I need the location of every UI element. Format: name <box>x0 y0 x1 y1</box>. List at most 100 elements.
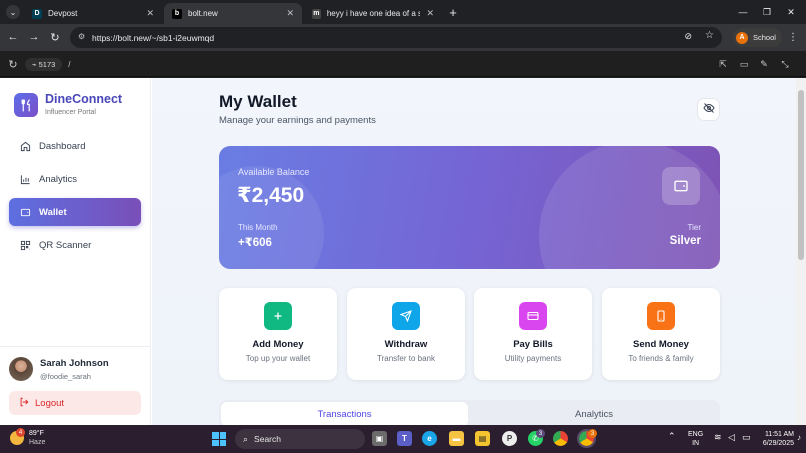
preview-url[interactable]: ⌁ 5173 / <box>25 55 705 73</box>
volume-icon[interactable]: ◁ <box>728 433 735 442</box>
bar-chart-icon <box>19 173 31 185</box>
avatar[interactable] <box>9 357 33 381</box>
eye-off-icon[interactable]: ⊘ <box>684 31 692 42</box>
pay-bills-button[interactable]: Pay Bills Utility payments <box>474 288 592 380</box>
site-info-icon[interactable]: ⚙ <box>78 32 85 41</box>
profile-avatar: A <box>736 31 748 44</box>
refresh-preview-icon[interactable]: ↻ <box>6 57 20 71</box>
restore-icon[interactable]: ❐ <box>760 5 774 19</box>
page-scrollbar[interactable] <box>796 78 806 425</box>
edge-icon[interactable]: e <box>422 431 437 446</box>
weather-temp: 89°F <box>29 430 44 437</box>
url-text: https://bolt.new/~/sb1-i2euwmqd <box>92 32 215 43</box>
open-external-icon[interactable]: ⇱ <box>716 57 730 71</box>
tab-analytics[interactable]: Analytics <box>470 402 718 425</box>
app-icon[interactable]: P <box>502 431 517 446</box>
search-icon: ⌕ <box>243 433 249 444</box>
profile-label: School <box>753 33 776 42</box>
page-subtitle: Manage your earnings and payments <box>219 115 376 126</box>
sidebar-item-dashboard[interactable]: Dashboard <box>9 132 141 160</box>
taskbar-search[interactable]: ⌕ Search <box>235 429 365 449</box>
lang-line1: ENG <box>688 431 704 438</box>
month-amount: +₹606 <box>238 237 272 249</box>
tab-search-icon[interactable]: ⌄ <box>6 5 20 19</box>
search-label: Search <box>254 434 281 444</box>
tab-bolt[interactable]: b bolt.new ✕ <box>164 3 302 24</box>
clock[interactable]: 11:51 AM 6/29/2025 <box>756 430 794 448</box>
port-badge[interactable]: ⌁ 5173 <box>25 57 63 71</box>
sidebar-item-label: QR Scanner <box>39 239 92 251</box>
tab-transactions[interactable]: Transactions <box>221 402 468 425</box>
reload-icon[interactable]: ↻ <box>48 30 62 44</box>
action-title: Add Money <box>252 339 304 350</box>
tab-title: bolt.new <box>188 9 218 18</box>
sidebar-item-label: Analytics <box>39 173 78 185</box>
port-number: 5173 <box>38 59 56 69</box>
balance-label: Available Balance <box>238 167 310 177</box>
devices-icon[interactable]: ▭ <box>737 57 751 71</box>
windows-taskbar: 4 89°F Haze ⌕ Search ▣ T e ▬ ▤ P ✆ 3 3 ⌃… <box>0 425 806 453</box>
windows-start-icon[interactable] <box>212 432 226 446</box>
sticky-notes-icon[interactable]: ▤ <box>475 431 490 446</box>
action-subtitle: To friends & family <box>628 354 694 363</box>
chrome-badge: 3 <box>588 429 597 438</box>
brand-name: DineConnect <box>45 92 123 106</box>
back-icon[interactable]: ← <box>6 30 20 44</box>
add-money-button[interactable]: Add Money Top up your wallet <box>219 288 337 380</box>
logout-button[interactable]: Logout <box>9 391 141 415</box>
sidebar-item-qr-scanner[interactable]: QR Scanner <box>9 231 141 259</box>
sun-icon: 4 <box>10 428 25 445</box>
scrollbar-thumb[interactable] <box>798 90 804 260</box>
action-title: Send Money <box>633 339 689 350</box>
action-subtitle: Top up your wallet <box>245 354 311 363</box>
send-money-button[interactable]: Send Money To friends & family <box>602 288 720 380</box>
chevron-up-icon[interactable]: ⌃ <box>668 432 676 441</box>
teams-icon[interactable]: T <box>397 431 412 446</box>
logout-label: Logout <box>35 397 65 409</box>
notification-bell-icon[interactable]: ♪ <box>797 433 801 442</box>
browser-toolbar: ← → ↻ ⚙ https://bolt.new/~/sb1-i2euwmqd … <box>0 24 806 51</box>
user-name: Sarah Johnson <box>40 358 109 369</box>
sidebar-divider <box>0 346 151 347</box>
sidebar-item-analytics[interactable]: Analytics <box>9 165 141 193</box>
profile-button[interactable]: A School <box>733 28 782 47</box>
action-subtitle: Transfer to bank <box>377 354 435 363</box>
close-window-icon[interactable]: ✕ <box>784 5 798 19</box>
action-title: Withdraw <box>384 339 428 350</box>
withdraw-button[interactable]: Withdraw Transfer to bank <box>347 288 465 380</box>
wallet-tabs: Transactions Analytics <box>219 400 720 425</box>
language-indicator[interactable]: ENG IN <box>688 430 703 448</box>
sidebar-item-wallet[interactable]: Wallet <box>9 198 141 226</box>
minimize-icon[interactable]: — <box>736 5 750 19</box>
address-bar[interactable]: ⚙ https://bolt.new/~/sb1-i2euwmqd ⊘ ☆ <box>70 27 722 48</box>
tab-chat[interactable]: m heyy i have one idea of a startu ✕ <box>304 3 442 24</box>
task-view-icon[interactable]: ▣ <box>372 431 387 446</box>
inspect-icon[interactable]: ✎ <box>757 57 771 71</box>
chrome-icon[interactable] <box>553 431 568 446</box>
file-explorer-icon[interactable]: ▬ <box>449 431 464 446</box>
weather-widget[interactable]: 4 89°F Haze <box>10 428 45 447</box>
tab-devpost[interactable]: D Devpost ✕ <box>24 3 162 24</box>
close-tab-icon[interactable]: ✕ <box>286 8 294 19</box>
close-tab-icon[interactable]: ✕ <box>146 8 154 19</box>
wallet-icon <box>662 167 700 205</box>
menu-icon[interactable]: ⋮ <box>786 30 800 44</box>
hide-balance-button[interactable] <box>697 98 720 121</box>
user-handle: @foodie_sarah <box>40 372 91 381</box>
utensils-icon <box>14 93 38 117</box>
card-decoration <box>539 146 720 269</box>
forward-icon[interactable]: → <box>27 30 41 44</box>
whatsapp-badge: 3 <box>536 429 545 438</box>
month-label: This Month <box>238 223 278 232</box>
star-icon[interactable]: ☆ <box>705 30 714 41</box>
wifi-icon[interactable]: ≋ <box>714 433 722 442</box>
fullscreen-icon[interactable]: ⤡ <box>778 57 792 71</box>
tier-value: Silver <box>669 235 701 247</box>
battery-icon[interactable]: ▭ <box>742 433 751 442</box>
action-subtitle: Utility payments <box>504 354 562 363</box>
new-tab-icon[interactable]: + <box>446 5 460 20</box>
preview-path: / <box>68 59 71 69</box>
qr-icon <box>19 239 31 251</box>
close-tab-icon[interactable]: ✕ <box>426 8 434 19</box>
tier-label: Tier <box>687 223 701 232</box>
